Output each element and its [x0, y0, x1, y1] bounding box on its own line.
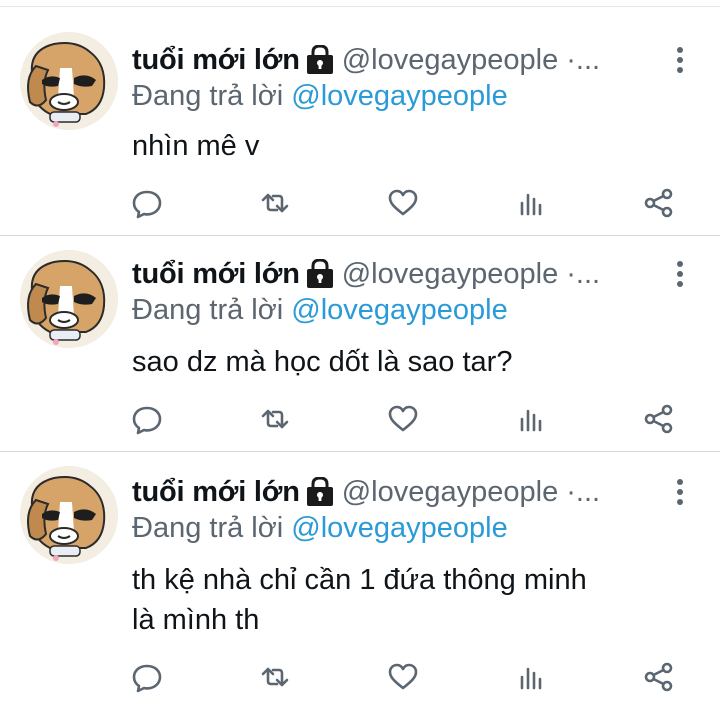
analytics-icon[interactable] — [514, 402, 548, 436]
avatar[interactable] — [20, 250, 118, 348]
tweet-text-line: th kệ nhà chỉ cần 1 đứa thông minh — [132, 564, 587, 596]
share-icon[interactable] — [642, 186, 676, 220]
lock-icon — [306, 476, 334, 507]
more-vertical-icon[interactable] — [676, 46, 684, 74]
reply-handle-link[interactable]: @lovegaypeople — [291, 294, 507, 326]
like-icon[interactable] — [386, 186, 420, 220]
share-icon[interactable] — [642, 402, 676, 436]
reply-icon[interactable] — [130, 402, 164, 436]
tweet-3[interactable]: tuổi mới lớn @lovegaypeople ·... Đang tr… — [0, 452, 720, 701]
display-name[interactable]: tuổi mới lớn — [132, 476, 300, 509]
retweet-icon[interactable] — [258, 660, 292, 694]
avatar-dog-image — [20, 250, 118, 348]
handle-meta[interactable]: @lovegaypeople ·... — [342, 44, 600, 77]
handle-meta[interactable]: @lovegaypeople ·... — [342, 258, 600, 291]
like-icon[interactable] — [386, 660, 420, 694]
tweet-text: nhìn mê v — [132, 126, 692, 166]
avatar[interactable] — [20, 466, 118, 564]
more-vertical-icon[interactable] — [676, 478, 684, 506]
top-divider — [0, 6, 720, 7]
share-icon[interactable] — [642, 660, 676, 694]
tweet-text: sao dz mà học dốt là sao tar? — [132, 342, 692, 382]
reply-context: Đang trả lời @lovegaypeople — [132, 512, 508, 545]
display-name[interactable]: tuổi mới lớn — [132, 44, 300, 77]
avatar[interactable] — [20, 32, 118, 130]
reply-prefix: Đang trả lời — [132, 294, 284, 326]
like-icon[interactable] — [386, 402, 420, 436]
tweet-text-line: là mình th — [132, 604, 260, 636]
more-vertical-icon[interactable] — [676, 260, 684, 288]
retweet-icon[interactable] — [258, 402, 292, 436]
display-name[interactable]: tuổi mới lớn — [132, 258, 300, 291]
tweet-text-line: nhìn mê v — [132, 130, 260, 162]
reply-prefix: Đang trả lời — [132, 80, 284, 112]
retweet-icon[interactable] — [258, 186, 292, 220]
reply-handle-link[interactable]: @lovegaypeople — [291, 512, 507, 544]
tweet-text-line: sao dz mà học dốt là sao tar? — [132, 346, 513, 378]
tweet-1[interactable]: tuổi mới lớn @lovegaypeople ·... Đang tr… — [0, 8, 720, 236]
reply-icon[interactable] — [130, 660, 164, 694]
lock-icon — [306, 258, 334, 289]
reply-context: Đang trả lời @lovegaypeople — [132, 80, 508, 113]
analytics-icon[interactable] — [514, 660, 548, 694]
tweet-text: th kệ nhà chỉ cần 1 đứa thông minh là mì… — [132, 560, 692, 640]
reply-context: Đang trả lời @lovegaypeople — [132, 294, 508, 327]
analytics-icon[interactable] — [514, 186, 548, 220]
avatar-dog-image — [20, 466, 118, 564]
tweet-2[interactable]: tuổi mới lớn @lovegaypeople ·... Đang tr… — [0, 236, 720, 452]
lock-icon — [306, 44, 334, 75]
reply-prefix: Đang trả lời — [132, 512, 284, 544]
reply-handle-link[interactable]: @lovegaypeople — [291, 80, 507, 112]
avatar-dog-image — [20, 32, 118, 130]
handle-meta[interactable]: @lovegaypeople ·... — [342, 476, 600, 509]
reply-icon[interactable] — [130, 186, 164, 220]
